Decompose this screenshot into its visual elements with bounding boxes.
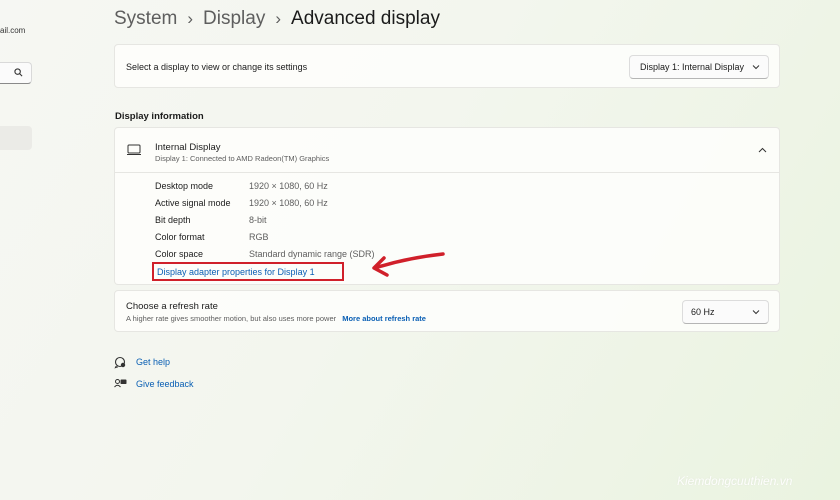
help-icon [114, 356, 126, 369]
refresh-rate-title: Choose a refresh rate [126, 301, 218, 312]
info-label: Active signal mode [155, 198, 231, 208]
give-feedback-label: Give feedback [136, 379, 194, 389]
info-label: Color format [155, 232, 205, 242]
sidebar-search-box[interactable] [0, 62, 32, 84]
get-help-link[interactable]: Get help [114, 354, 170, 370]
refresh-rate-value: 60 Hz [691, 307, 715, 317]
breadcrumb: System › Display › Advanced display [114, 6, 440, 32]
info-value: 1920 × 1080, 60 Hz [249, 198, 328, 208]
info-label: Desktop mode [155, 181, 214, 191]
watermark: Kiemdongcuuthien.vn [677, 474, 793, 488]
refresh-rate-description: A higher rate gives smoother motion, but… [126, 314, 426, 323]
info-row: Color space Standard dynamic range (SDR) [155, 249, 375, 263]
display-select-prompt: Select a display to view or change its s… [126, 62, 308, 72]
info-value: 8-bit [249, 215, 267, 225]
give-feedback-link[interactable]: Give feedback [114, 376, 194, 392]
display-select-card: Select a display to view or change its s… [114, 44, 780, 88]
refresh-rate-desc-text: A higher rate gives smoother motion, but… [126, 314, 337, 323]
info-row: Bit depth 8-bit [155, 215, 267, 229]
refresh-rate-dropdown[interactable]: 60 Hz [682, 300, 769, 324]
breadcrumb-system[interactable]: System [114, 8, 177, 30]
display-subtitle: Display 1: Connected to AMD Radeon(TM) G… [155, 154, 330, 163]
info-value: RGB [249, 232, 269, 242]
get-help-label: Get help [136, 357, 171, 367]
refresh-rate-card: Choose a refresh rate A higher rate give… [114, 290, 780, 332]
page-title: Advanced display [291, 8, 440, 29]
info-value: Standard dynamic range (SDR) [249, 249, 375, 259]
annotation-arrow-icon [372, 252, 445, 277]
chevron-down-icon [752, 65, 760, 70]
display-dropdown-value: Display 1: Internal Display [640, 62, 745, 72]
info-value: 1920 × 1080, 60 Hz [249, 181, 328, 191]
feedback-icon [114, 378, 127, 387]
chevron-down-icon [752, 310, 760, 315]
info-row: Color format RGB [155, 232, 269, 246]
display-info-body: Desktop mode 1920 × 1080, 60 Hz Active s… [114, 173, 780, 285]
info-label: Bit depth [155, 215, 191, 225]
info-row: Active signal mode 1920 × 1080, 60 Hz [155, 198, 328, 212]
section-title-display-information: Display information [115, 111, 204, 122]
display-adapter-properties-link[interactable]: Display adapter properties for Display 1 [152, 262, 344, 281]
refresh-rate-more-link[interactable]: More about refresh rate [342, 314, 426, 323]
account-email: ail.com [0, 26, 26, 35]
monitor-icon [127, 144, 141, 155]
info-row: Desktop mode 1920 × 1080, 60 Hz [155, 181, 328, 195]
search-icon [14, 68, 23, 77]
sidebar: ail.com [0, 0, 40, 500]
display-info-header[interactable]: Internal Display Display 1: Connected to… [114, 127, 780, 173]
info-label: Color space [155, 249, 204, 259]
sidebar-item-system-selected[interactable] [0, 126, 32, 150]
breadcrumb-display[interactable]: Display [203, 8, 265, 30]
chevron-up-icon[interactable] [758, 147, 767, 153]
display-name: Internal Display [155, 142, 221, 153]
display-dropdown[interactable]: Display 1: Internal Display [629, 55, 769, 79]
breadcrumb-separator: › [187, 9, 194, 28]
breadcrumb-separator: › [275, 9, 282, 28]
